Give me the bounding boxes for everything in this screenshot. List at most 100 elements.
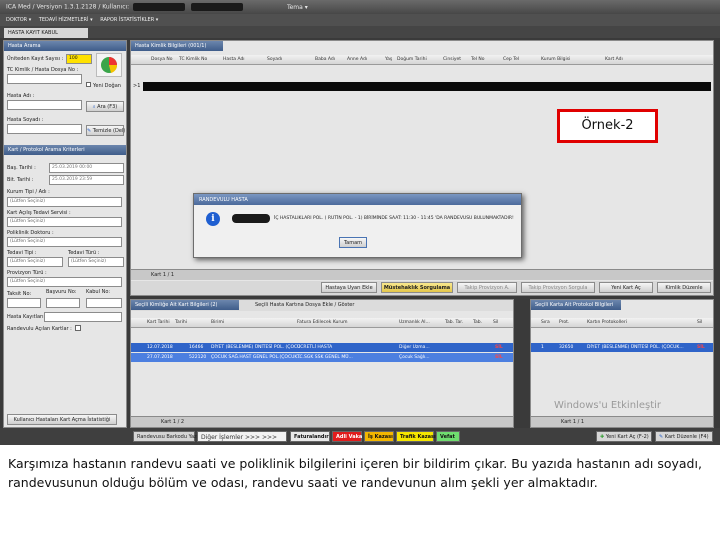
table-row[interactable]: 1 32650 DİYET (BESLENME) ÜNİTESİ POL. (Ç…	[531, 343, 713, 352]
redacted-patient-name	[232, 214, 270, 223]
col-cep[interactable]: Cep Tel	[503, 57, 519, 62]
diger-islemler-dropdown[interactable]: Diğer İşlemler >>> >>>	[197, 431, 287, 442]
cell-fatura: ÜCRETLİ HASTA	[297, 345, 333, 350]
criteria-header: Kart / Protokol Arama Kriterleri	[4, 145, 126, 155]
tc-kimlik-input[interactable]	[7, 74, 82, 84]
clear-icon: ✎	[87, 128, 92, 134]
taksit-label: Taksit No:	[7, 291, 32, 297]
temizle-button[interactable]: ✎ Temizle (Del)	[86, 125, 126, 136]
col-tc[interactable]: TC Kimlik No	[179, 57, 207, 62]
kart-duzenle-button[interactable]: ✎ Kart Düzenle (F4)	[655, 431, 713, 442]
window-title: ICA Med / Versiyon 1.3.1.2128 / Kullanıc…	[6, 3, 130, 11]
right-yeni-kart-button[interactable]: ✚ Yeni Kart Aç (F-2)	[596, 431, 652, 442]
kimlik-duzenle-button[interactable]: Kimlik Düzenle	[657, 282, 711, 293]
col-baba-adi[interactable]: Baba Adı	[315, 57, 335, 62]
kabul-input[interactable]	[86, 298, 122, 308]
col-anne-adi[interactable]: Anne Adı	[347, 57, 367, 62]
basvuru-input[interactable]	[46, 298, 80, 308]
col-tab-tar[interactable]: Tab. Tar.	[445, 320, 463, 325]
tab-hasta-kayit-kabul[interactable]: HASTA KAYIT KABUL	[4, 28, 88, 38]
col-tel[interactable]: Tel No	[471, 57, 485, 62]
col-sira[interactable]: Sıra	[541, 320, 550, 325]
card-nav-text: Kart 1 / 2	[161, 419, 185, 425]
ara-button[interactable]: ⌕ Ara (F3)	[86, 101, 124, 112]
cell-kart-tarihi: 12.07.2018	[147, 345, 173, 350]
unit-record-count-label: Üniteden Kayıt Sayısı :	[7, 56, 64, 62]
col-tab[interactable]: Tab.	[473, 320, 482, 325]
yeni-dogan-checkbox[interactable]: Yeni Doğan	[86, 82, 121, 89]
example-annotation: Örnek-2	[557, 109, 658, 143]
col-fatura[interactable]: Fatura Edilecek Kurum	[297, 320, 348, 325]
mustehaklik-button[interactable]: Müstehaklık Sorgulama	[381, 282, 453, 293]
protocol-nav-text: Kart 1 / 1	[561, 419, 585, 425]
taksit-input[interactable]	[7, 298, 41, 308]
tab-kart-bilgileri[interactable]: Seçili Kimliğe Ait Kart Bilgileri (2)	[131, 300, 239, 310]
kart-servis-select[interactable]: (Lütfen Seçiniz)	[7, 217, 122, 227]
tab-hasta-kimlik[interactable]: Hasta Kimlik Bilgileri (001/1)	[131, 41, 223, 51]
col-uzmanlik[interactable]: Uzmanlık Al...	[399, 320, 430, 325]
provizyon-select[interactable]: (Lütfen Seçiniz)	[7, 277, 122, 287]
trafik-kazasi-button[interactable]: Trafik Kazası	[396, 431, 436, 442]
cell-fatura: TC.SGK SSK GENEL MÜ...	[297, 355, 353, 360]
col-soyadi[interactable]: Soyadı	[267, 57, 282, 62]
theme-menu[interactable]: Tema ▾	[287, 4, 308, 11]
cell-sil[interactable]: SİL	[495, 345, 503, 350]
is-kazasi-button[interactable]: İş Kazası	[364, 431, 394, 442]
hasta-adi-input[interactable]	[7, 100, 82, 110]
col-sil[interactable]: Sil	[493, 320, 498, 325]
stats-button[interactable]: Kullanıcı Hastaları Kart Açma İstatistiğ…	[7, 414, 117, 425]
vefat-button[interactable]: Vefat	[436, 431, 460, 442]
hastaya-uyari-button[interactable]: Hastaya Uyarı Ekle	[321, 282, 377, 293]
table-row[interactable]: 12.07.2018 16466 DİYET (BESLENME) ÜNİTES…	[131, 343, 513, 352]
yeni-kart-button[interactable]: Yeni Kart Aç	[599, 282, 653, 293]
col-hasta-adi[interactable]: Hasta Adı	[223, 57, 245, 62]
tamam-button[interactable]: Tamam	[339, 237, 367, 248]
search-panel-header: Hasta Arama	[4, 41, 126, 51]
tab-protokol[interactable]: Seçili Karta Ait Protokol Bilgileri	[531, 300, 621, 310]
cell-sil[interactable]: SİL	[495, 355, 503, 360]
takip-provizyon-button[interactable]: Takip Provizyon A.	[457, 282, 517, 293]
bit-tarihi-input[interactable]: 25.03.2019 23:59	[49, 175, 124, 185]
row-marker: >1	[133, 83, 141, 89]
col-kart-adi[interactable]: Kart Adı	[605, 57, 623, 62]
col-prot[interactable]: Prot.	[559, 320, 569, 325]
col-kart-tarihi[interactable]: Kart Tarihi	[147, 320, 170, 325]
menu-rapor[interactable]: RAPOR İSTATİSTİKLER ▾	[100, 17, 158, 23]
poliklinik-doktoru-label: Poliklinik Doktoru :	[7, 230, 54, 236]
col-kart-protokolleri[interactable]: Kartın Protokolleri	[587, 320, 627, 325]
col-birimi[interactable]: Birimi	[211, 320, 224, 325]
col-dogum[interactable]: Doğum Tarihi	[397, 57, 427, 62]
cell-tarihi: 522120	[189, 355, 207, 360]
col-dosya-no[interactable]: Dosya No	[151, 57, 173, 62]
kurum-select[interactable]: (Lütfen Seçiniz)	[7, 197, 122, 207]
cell-prot-sil[interactable]: SİL	[697, 345, 705, 350]
faturalandir-button[interactable]: Faturalandır	[290, 431, 330, 442]
table-row[interactable]: 27.07.2018 522120 ÇOCUK SAĞ.HAST GENEL P…	[131, 353, 513, 362]
temizle-button-label: Temizle (Del)	[92, 128, 126, 134]
cell-kart-tarihi: 27.07.2018	[147, 355, 173, 360]
redacted-patient-row[interactable]	[143, 82, 711, 91]
col-kurum[interactable]: Kurum Bilgisi	[541, 57, 570, 62]
randevulu-label: Randevulu Açılan Kartlar :	[7, 326, 72, 332]
col-yas[interactable]: Yaş	[385, 57, 392, 62]
unit-record-count-input[interactable]: 100	[66, 54, 92, 64]
tedavi-turu-select[interactable]: (Lütfen Seçiniz)	[68, 257, 124, 267]
col-prot-sil[interactable]: Sil	[697, 320, 702, 325]
col-tarihi[interactable]: Tarihi	[175, 320, 187, 325]
tedavi-turu-label: Tedavi Türü :	[68, 250, 100, 256]
hasta-soyadi-input[interactable]	[7, 124, 82, 134]
tab-dosya-ekle[interactable]: Seçili Hasta Kartına Dosya Ekle / Göster	[255, 302, 354, 308]
menu-doktor[interactable]: DOKTOR ▾	[6, 17, 31, 23]
menu-tedavi[interactable]: TEDAVİ HİZMETLERİ ▾	[39, 17, 93, 23]
takip-sorgula-button[interactable]: Takip Provizyon Sorgula	[521, 282, 595, 293]
tedavi-tipi-select[interactable]: (Lütfen Seçiniz)	[7, 257, 63, 267]
randevulu-checkbox[interactable]	[75, 325, 81, 331]
col-cinsiyet[interactable]: Cinsiyet	[443, 57, 461, 62]
poliklinik-doktoru-select[interactable]: (Lütfen Seçiniz)	[7, 237, 122, 247]
bas-tarihi-input[interactable]: 25.03.2019 00:00	[49, 163, 124, 173]
hasta-kayitlari-select[interactable]	[44, 312, 122, 322]
adli-vaka-button[interactable]: Adli Vaka	[332, 431, 362, 442]
redacted-username	[133, 3, 186, 11]
pie-chart-icon[interactable]	[96, 53, 122, 77]
randevu-barkod-button[interactable]: Randevusu Barkodu Yazdır (F12)	[133, 431, 218, 442]
